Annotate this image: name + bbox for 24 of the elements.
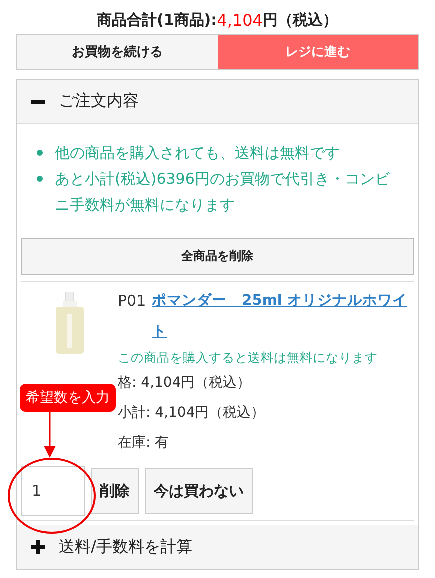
total-amount: 4,104 bbox=[217, 10, 263, 30]
delete-button[interactable]: 削除 bbox=[91, 468, 139, 514]
panel-title: ご注文内容 bbox=[59, 91, 139, 112]
delete-all-button[interactable]: 全商品を削除 bbox=[21, 238, 414, 275]
free-shipping-note: この商品を購入すると送料は無料になります bbox=[118, 349, 379, 367]
quantity-field[interactable]: 1 bbox=[21, 466, 85, 516]
arrow-icon bbox=[44, 412, 56, 458]
panel-header[interactable]: 送料/手数料を計算 bbox=[17, 525, 418, 569]
stock-text: 在庫: 有 bbox=[118, 434, 170, 453]
panel-title: 送料/手数料を計算 bbox=[59, 536, 192, 558]
panel-header[interactable]: ご注文内容 bbox=[17, 80, 418, 124]
total-label: 商品合計(1商品): bbox=[97, 10, 218, 30]
save-for-later-button[interactable]: 今は買わない bbox=[145, 468, 253, 514]
bullet-icon bbox=[37, 150, 43, 156]
bullet-icon bbox=[37, 176, 43, 182]
product-link[interactable]: ポマンダー 25ml オリジナルホワイト bbox=[152, 286, 414, 348]
tax-note: 円（税込） bbox=[262, 10, 338, 30]
notice-text: 他の商品を購入されても、送料は無料です bbox=[55, 143, 340, 164]
continue-shopping-button[interactable]: お買物を続ける bbox=[17, 35, 218, 69]
notice-text: あと小計(税込)6396円のお買物で代引き・コンビニ手数料が無料になります bbox=[55, 169, 391, 216]
subtotal-text: 小計: 4,104円（税込） bbox=[118, 404, 266, 423]
product-code: P01 bbox=[118, 291, 146, 312]
callout-label: 希望数を入力 bbox=[20, 384, 116, 412]
price-text: 格: 4,104円（税込） bbox=[118, 374, 252, 393]
